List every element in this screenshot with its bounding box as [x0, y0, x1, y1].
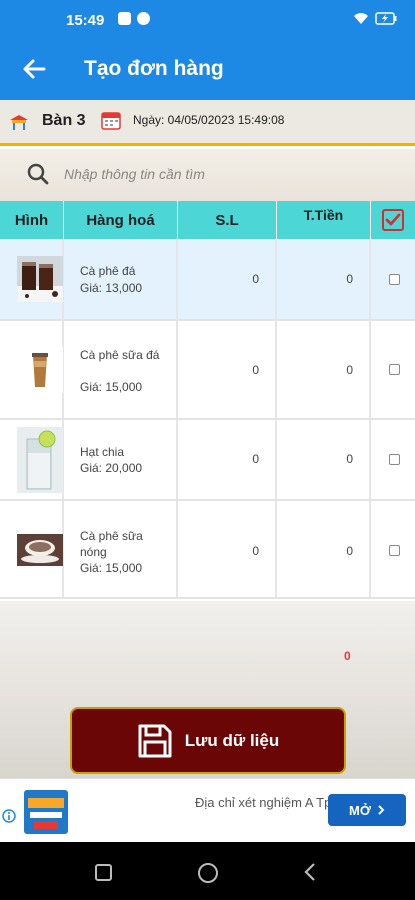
order-total: 0 [344, 649, 351, 663]
table-label: Bàn 3 [42, 112, 86, 129]
table-header: Hình Hàng hoá S.L T.Tiền [0, 201, 415, 239]
save-button-label: Lưu dữ liệu [184, 730, 280, 750]
check-icon [385, 213, 401, 226]
recent-apps-icon[interactable] [95, 864, 112, 881]
app-bar: Tạo đơn hàng [0, 38, 415, 100]
status-time: 15:49 [66, 12, 105, 29]
search-bar [0, 149, 415, 201]
select-cell [371, 321, 415, 418]
table-row[interactable]: Hạt chia Giá: 20,000 0 0 [0, 420, 415, 501]
ad-open-label: MỞ [349, 802, 371, 818]
item-price: Giá: 20,000 [80, 461, 143, 475]
quantity-cell[interactable]: 0 [178, 420, 277, 499]
item-image-cell [0, 501, 64, 597]
table-row[interactable]: Cà phê đá Giá: 13,000 0 0 [0, 239, 415, 321]
item-info-cell: Cà phê đá Giá: 13,000 [64, 239, 178, 319]
system-icons [353, 11, 397, 25]
item-name: Cà phê sữa nóng [80, 529, 143, 559]
wifi-icon [354, 13, 368, 24]
item-quantity: 0 [252, 544, 259, 558]
system-nav-bar [0, 842, 415, 900]
calendar-icon [101, 112, 121, 130]
column-total: T.Tiền [277, 201, 371, 239]
notification-app-icon [137, 12, 150, 25]
floppy-disk-icon [138, 724, 172, 757]
quantity-cell[interactable]: 0 [178, 321, 277, 418]
save-button[interactable]: Lưu dữ liệu [70, 707, 346, 774]
ad-thumbnail [24, 790, 68, 834]
item-checkbox[interactable] [389, 454, 400, 465]
item-checkbox[interactable] [389, 545, 400, 556]
item-name: Hạt chia [80, 445, 125, 459]
select-all-checkbox[interactable] [382, 209, 404, 231]
notification-icon [118, 12, 131, 25]
item-info-cell: Cà phê sữa đá Giá: 15,000 [64, 321, 178, 418]
item-total: 0 [346, 272, 353, 286]
item-image-cell [0, 420, 64, 499]
home-icon[interactable] [198, 863, 218, 883]
item-image-cell [0, 239, 64, 319]
item-checkbox[interactable] [389, 364, 400, 375]
total-cell: 0 [277, 501, 371, 597]
item-price: Giá: 15,000 [80, 380, 143, 394]
ad-info-icon[interactable] [2, 809, 16, 823]
item-name: Cà phê đá [80, 264, 136, 278]
ad-open-button[interactable]: MỞ [328, 794, 406, 826]
item-price: Giá: 13,000 [80, 281, 143, 295]
table-row[interactable]: Cà phê sữa nóng Giá: 15,000 0 0 [0, 501, 415, 599]
select-cell [371, 239, 415, 319]
column-item: Hàng hoá [64, 201, 178, 239]
item-total: 0 [346, 544, 353, 558]
item-checkbox[interactable] [389, 274, 400, 285]
column-image: Hình [0, 201, 64, 239]
item-quantity: 0 [252, 363, 259, 377]
select-cell [371, 501, 415, 597]
milk-coffee-image [17, 347, 63, 393]
item-image-cell [0, 321, 64, 418]
page-title: Tạo đơn hàng [84, 57, 224, 80]
order-info-bar: Bàn 3 Ngày: 04/05/02023 15:49:08 [0, 100, 415, 146]
chevron-right-icon [378, 805, 385, 815]
chia-seed-image [17, 427, 63, 493]
notification-icons [118, 12, 150, 25]
column-quantity: S.L [178, 201, 277, 239]
quantity-cell[interactable]: 0 [178, 501, 277, 597]
total-cell: 0 [277, 420, 371, 499]
nav-back-icon[interactable] [300, 861, 320, 883]
table-icon [10, 115, 28, 130]
item-quantity: 0 [252, 452, 259, 466]
item-info-cell: Hạt chia Giá: 20,000 [64, 420, 178, 499]
battery-icon [375, 11, 397, 25]
item-quantity: 0 [252, 272, 259, 286]
item-total: 0 [346, 363, 353, 377]
status-bar: 15:49 [0, 0, 415, 38]
column-select [371, 201, 415, 239]
quantity-cell[interactable]: 0 [178, 239, 277, 319]
total-cell: 0 [277, 239, 371, 319]
item-name: Cà phê sữa đá [80, 348, 160, 362]
order-date: Ngày: 04/05/02023 15:49:08 [133, 113, 285, 127]
back-arrow-icon[interactable] [20, 55, 48, 83]
item-list: Cà phê đá Giá: 13,000 0 0 Cà phê sữa đá … [0, 239, 415, 599]
ad-text: Địa chỉ xét nghiệm A TpHCM [195, 795, 330, 810]
table-row[interactable]: Cà phê sữa đá Giá: 15,000 0 0 [0, 321, 415, 420]
search-input[interactable] [64, 159, 394, 189]
total-cell: 0 [277, 321, 371, 418]
search-icon [27, 163, 49, 185]
item-price: Giá: 15,000 [80, 561, 143, 575]
ad-image [28, 798, 64, 829]
hot-milk-coffee-image [17, 534, 63, 566]
select-cell [371, 420, 415, 499]
ad-banner[interactable]: Địa chỉ xét nghiệm A TpHCM MỞ [0, 778, 415, 842]
iced-coffee-image [17, 256, 63, 302]
item-total: 0 [346, 452, 353, 466]
item-info-cell: Cà phê sữa nóng Giá: 15,000 [64, 501, 178, 597]
footer-area: 0 Lưu dữ liệu [0, 601, 415, 778]
